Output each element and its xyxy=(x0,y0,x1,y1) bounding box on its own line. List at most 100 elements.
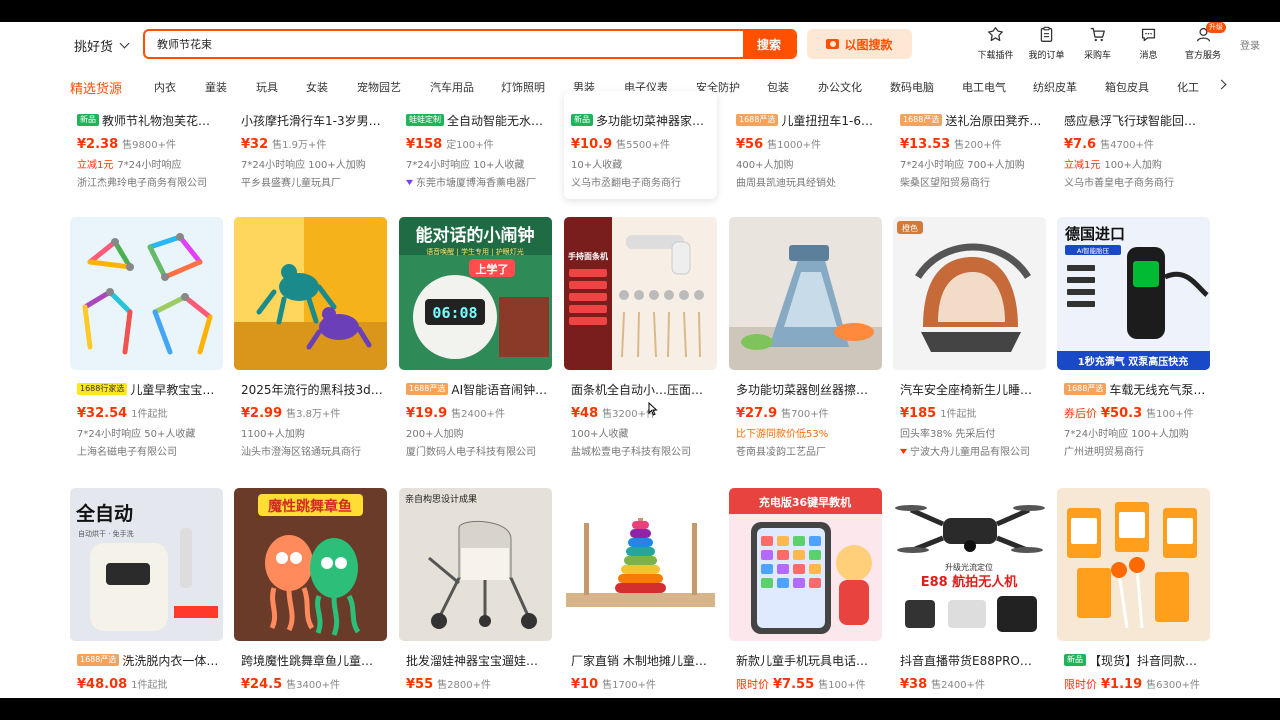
product-title: 【现货】抖音同款… xyxy=(1089,653,1198,668)
product-shop[interactable]: 盐城松壹电子科技有限公司 xyxy=(571,443,713,458)
category-next-arrow-icon[interactable] xyxy=(1216,79,1227,90)
product-card[interactable]: 1688严选 儿童扭扭车1-6… ¥56 售1000+件 400+人加购 曲周县凯迪… xyxy=(729,103,882,199)
product-shop[interactable]: 平乡县盛赛儿童玩具厂 xyxy=(241,174,383,189)
cart-icon xyxy=(1090,27,1105,42)
product-title: 车载无线充气泵… xyxy=(1109,382,1206,397)
product-shop[interactable]: 汕头市澄海区铭通玩具商行 xyxy=(241,443,383,458)
search-button[interactable]: 搜索 xyxy=(743,31,795,57)
product-card[interactable]: 新品 教师节礼物泡芙花… ¥2.38 售9800+件 立减1元 7*24小时响应 浙江… xyxy=(70,103,223,199)
category-featured[interactable]: 精选货源 xyxy=(70,78,122,97)
product-card[interactable]: 多功能切菜器刨丝器擦… ¥27.9 售700+件 比下游同款价低53% 苍南县凌韵… xyxy=(729,217,882,477)
product-shop[interactable]: 义乌市丞翻电子商务商行 xyxy=(571,174,713,189)
category-item[interactable]: 童装 xyxy=(205,79,227,95)
category-item[interactable]: 化工 xyxy=(1177,79,1199,95)
category-item[interactable]: 纺织皮革 xyxy=(1033,79,1077,95)
pump-heading-text: 德国进口 xyxy=(1065,225,1125,243)
product-image: 亲自构思设计成果 xyxy=(399,488,552,641)
drone-title-text: E88 航拍无人机 xyxy=(921,574,1018,590)
product-card[interactable]: 新品 【现货】抖音同款… 限时价 ¥1.19 售6300+件 xyxy=(1057,488,1210,698)
product-card[interactable]: 亲自构思设计成果 批发溜娃神器宝宝遛娃… ¥55 售2800+件 xyxy=(399,488,552,698)
product-title: 汽车安全座椅新生儿睡… xyxy=(900,382,1033,397)
product-card[interactable]: 2025年流行的黑科技3d… ¥2.99 售3.8万+件 1100+人加购 汕头市… xyxy=(234,217,387,477)
product-shop[interactable]: 柴桑区望阳贸易商行 xyxy=(900,174,1042,189)
product-card[interactable]: 1688行家选 儿童早教宝宝… ¥32.54 1件起批 7*24小时响应 50+人收… xyxy=(70,217,223,477)
product-card[interactable]: 魔性跳舞章鱼 跨境魔性跳舞章鱼儿童… ¥24.5 售3400+件 xyxy=(234,488,387,698)
washer-tag-text: 全自动 xyxy=(75,502,133,525)
official-service-label: 官方服务 xyxy=(1184,51,1221,61)
product-shop[interactable]: 广州进明贸易商行 xyxy=(1064,443,1206,458)
product-shop[interactable]: 曲周县凯迪玩具经销处 xyxy=(736,174,878,189)
product-card[interactable]: 感应悬浮飞行球智能回… ¥7.6 售4700+件 立减1元 100+人加购 义乌市善… xyxy=(1057,103,1210,199)
upgrade-badge: 升级 xyxy=(1206,22,1226,33)
product-sold: 1件起批 xyxy=(131,409,168,420)
product-card-hovered[interactable]: 新品 多功能切菜神器家… ¥10.9 售5500+件 10+人收藏 义乌市丞翻电子商… xyxy=(564,91,717,199)
search-input[interactable] xyxy=(157,31,737,57)
product-info: 多功能切菜器刨丝器擦… ¥27.9 售700+件 比下游同款价低53% 苍南县凌韵… xyxy=(736,381,878,459)
camera-icon xyxy=(826,39,840,49)
product-image: 升级光流定位 E88 航拍无人机 xyxy=(893,488,1046,641)
category-item[interactable]: 电工电气 xyxy=(962,79,1006,95)
product-shop[interactable]: 浙江杰弗玲电子商务有限公司 xyxy=(77,174,219,189)
product-extra: 7*24小时响应 50+人收藏 xyxy=(77,429,196,440)
download-plugin-label: 下载插件 xyxy=(977,51,1014,61)
shop-badge-icon xyxy=(406,179,413,186)
product-price: ¥48 xyxy=(571,406,599,421)
product-price: ¥10.9 xyxy=(571,137,613,152)
download-plugin-button[interactable]: 下载插件 xyxy=(970,26,1021,61)
search-scope-dropdown[interactable]: 挑好货 xyxy=(74,36,130,55)
product-price: ¥50.3 xyxy=(1101,406,1143,421)
product-sold: 1件起批 xyxy=(940,409,977,420)
product-card[interactable]: 手持面条机 面条机全自动小…压面… ¥48 售3200+件 100+人收藏 盐城松… xyxy=(564,217,717,477)
product-card[interactable]: 蛙蛙定制 全自动智能无水… ¥158 定100+件 7*24小时响应 10+人收藏 … xyxy=(399,103,552,199)
official-service-button[interactable]: 升级 官方服务 xyxy=(1174,22,1232,61)
messages-label: 消息 xyxy=(1139,51,1158,61)
product-shop[interactable]: 厦门数码人电子科技有限公司 xyxy=(406,443,548,458)
product-extra: 200+人加购 xyxy=(406,429,464,440)
product-card[interactable]: 厂家直销 木制地摊儿童… ¥10 售1700+件 xyxy=(564,488,717,698)
product-card[interactable]: 充电版36键早教机 新款儿童手机玩具电话… 限时价 ¥7.55 售100+件 xyxy=(729,488,882,698)
product-info: 蛙蛙定制 全自动智能无水… ¥158 定100+件 7*24小时响应 10+人收藏 … xyxy=(406,112,548,189)
category-item[interactable]: 箱包皮具 xyxy=(1105,79,1149,95)
category-item[interactable]: 数码电脑 xyxy=(890,79,934,95)
image-search-button[interactable]: 以图搜款 xyxy=(807,29,912,59)
product-title: 新款儿童手机玩具电话… xyxy=(736,653,869,668)
product-price: ¥32 xyxy=(241,137,269,152)
category-item[interactable]: 内衣 xyxy=(154,79,176,95)
product-info: 1688严选 车载无线充气泵… 券后价 ¥50.3 售100+件 7*24小时响应 1… xyxy=(1064,381,1206,458)
product-shop[interactable]: 东莞市塘厦博海香薰电器厂 xyxy=(416,178,536,189)
login-link[interactable]: 登录 xyxy=(1240,37,1260,52)
product-sold: 售1000+件 xyxy=(767,140,821,151)
my-orders-label: 我的订单 xyxy=(1028,51,1065,61)
category-item[interactable]: 包装 xyxy=(767,79,789,95)
product-shop[interactable]: 上海名磁电子有限公司 xyxy=(77,443,219,458)
product-sold: 售6300+件 xyxy=(1146,680,1200,691)
messages-button[interactable]: 消息 xyxy=(1123,26,1174,61)
product-shop[interactable]: 义乌市善皇电子商务商行 xyxy=(1064,174,1206,189)
category-item[interactable]: 汽车用品 xyxy=(430,79,474,95)
product-shop[interactable]: 苍南县凌韵工艺品厂 xyxy=(736,443,878,458)
product-price: ¥56 xyxy=(736,137,764,152)
category-item[interactable]: 玩具 xyxy=(256,79,278,95)
product-card[interactable]: 小孩摩托滑行车1-3岁男… ¥32 售1.9万+件 7*24小时响应 100+人加… xyxy=(234,103,387,199)
product-card[interactable]: 德国进口 AI智能胎压 1秒充满气 双泵高压快充 1688严选 车载无线充气泵… … xyxy=(1057,217,1210,477)
category-item[interactable]: 宠物园艺 xyxy=(357,79,401,95)
product-card[interactable]: 升级光流定位 E88 航拍无人机 抖音直播带货E88PRO折… ¥38 售2400… xyxy=(893,488,1046,698)
purchase-cart-button[interactable]: 采购车 xyxy=(1072,26,1123,61)
message-icon xyxy=(1141,28,1156,42)
product-card[interactable]: 能对话的小闹钟 语音唤醒 | 学生专用 | 护眼灯光 上学了 06:08 168… xyxy=(399,217,552,477)
product-card[interactable]: 1688严选 送礼治原田凳乔… ¥13.53 售200+件 7*24小时响应 700… xyxy=(893,103,1046,199)
category-item[interactable]: 女装 xyxy=(306,79,328,95)
my-orders-button[interactable]: 我的订单 xyxy=(1021,26,1072,61)
product-sold: 定100+件 xyxy=(446,140,494,151)
category-item[interactable]: 办公文化 xyxy=(818,79,862,95)
product-image xyxy=(70,217,223,370)
product-price: ¥2.99 xyxy=(241,406,283,421)
product-info: 1688严选 儿童扭扭车1-6… ¥56 售1000+件 400+人加购 曲周县凯迪… xyxy=(736,112,878,189)
product-sold: 售1.9万+件 xyxy=(272,140,327,151)
product-title: 跨境魔性跳舞章鱼儿童… xyxy=(241,653,374,668)
category-item[interactable]: 灯饰照明 xyxy=(501,79,545,95)
product-title: 全自动智能无水… xyxy=(447,113,544,128)
product-shop[interactable]: 宁波大舟儿童用品有限公司 xyxy=(910,447,1030,458)
product-card[interactable]: 全自动 自动烘干 · 免手洗 1688严选 洗洗脱内衣一体… ¥48.08 1件起批 xyxy=(70,488,223,698)
product-card[interactable]: 橙色 汽车安全座椅新生儿睡… ¥185 1件起批 回头率38% 先采后付 宁波大舟… xyxy=(893,217,1046,477)
